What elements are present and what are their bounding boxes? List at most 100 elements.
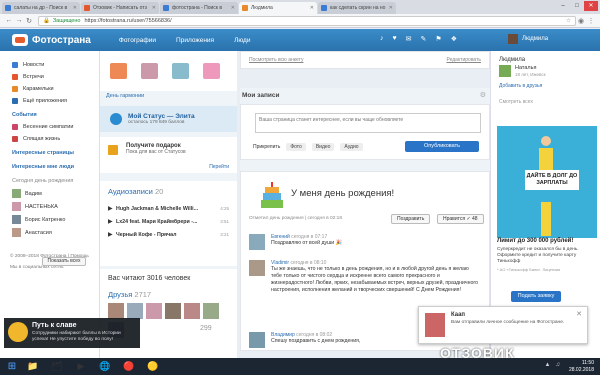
browser-tab[interactable]: Отзовик - Написать отз ✕ bbox=[81, 2, 159, 14]
windows-start-icon[interactable]: ⊞ bbox=[4, 360, 20, 374]
clock[interactable]: 11:50 28.02.2018 bbox=[569, 358, 594, 374]
attach-video[interactable]: Видео bbox=[311, 143, 335, 151]
friend-item[interactable]: Борис Катренко bbox=[0, 213, 99, 226]
gear-icon[interactable]: ⚙ bbox=[480, 91, 486, 99]
see-all-link[interactable]: Смотреть всех bbox=[499, 99, 533, 105]
header-user[interactable]: Людмила bbox=[508, 34, 548, 44]
play-icon[interactable]: ▶ bbox=[108, 231, 116, 238]
readers-count[interactable]: Вас читают 3016 человек bbox=[108, 275, 229, 282]
sidebar-item-spring[interactable]: Весенние симпатии bbox=[0, 121, 99, 133]
friends-more-count[interactable]: 299 bbox=[200, 325, 229, 332]
gift-icon[interactable] bbox=[203, 63, 220, 79]
nav-people[interactable]: Люди bbox=[234, 37, 250, 44]
right-user-name[interactable]: Людмила bbox=[499, 57, 592, 63]
close-icon[interactable]: ✕ bbox=[576, 310, 582, 318]
back-arrow-icon[interactable]: ← bbox=[4, 17, 14, 24]
heart-icon[interactable]: ♥ bbox=[393, 35, 397, 43]
my-people-title[interactable]: Интересные мне люди bbox=[0, 162, 99, 173]
attach-photo[interactable]: Фото bbox=[286, 143, 306, 151]
gift-icon[interactable] bbox=[110, 63, 127, 79]
browser-tab[interactable]: салаты на др - Поиск в ✕ bbox=[2, 2, 80, 14]
flag-icon[interactable]: ⚑ bbox=[435, 35, 441, 43]
opera-icon[interactable]: 🔴 bbox=[118, 359, 140, 374]
browser-tab[interactable]: как сделать скрин на но ✕ bbox=[318, 2, 396, 14]
avatar[interactable] bbox=[249, 234, 265, 250]
sidebar-item-sleeping[interactable]: Спящая жизнь bbox=[0, 133, 99, 145]
menu-icon[interactable]: ⋮ bbox=[586, 17, 596, 25]
view-profile-link[interactable]: Посмотреть всю анкету bbox=[249, 57, 303, 63]
notification-left[interactable]: Путь к славе Сотрудники набирают баллы в… bbox=[4, 318, 140, 348]
add-friend-link[interactable]: Добавить в друзья bbox=[499, 83, 542, 89]
attach-audio[interactable]: Аудио bbox=[340, 143, 363, 151]
avatar[interactable] bbox=[249, 332, 265, 348]
friend-item[interactable]: НАСТЕНЬКА bbox=[0, 200, 99, 213]
sidebar-item-meetings[interactable]: Встречи bbox=[0, 71, 99, 83]
music-icon[interactable]: ♪ bbox=[380, 35, 384, 43]
apply-button[interactable]: Подать заявку bbox=[511, 291, 561, 302]
gift-icon[interactable] bbox=[172, 63, 189, 79]
close-tab-icon[interactable]: ✕ bbox=[73, 5, 77, 11]
gift-icon[interactable] bbox=[141, 63, 158, 79]
volume-icon[interactable]: ♫ bbox=[556, 362, 561, 368]
edit-profile-link[interactable]: Редактировать bbox=[446, 57, 481, 63]
avatar[interactable] bbox=[146, 303, 162, 319]
avatar[interactable] bbox=[108, 303, 124, 319]
audio-track[interactable]: ▶ Lx24 feat. Мари Краймбрери -... 3:51 bbox=[108, 215, 229, 228]
minimize-icon[interactable]: – bbox=[556, 1, 570, 11]
url-field[interactable]: 🔒 Защищено https://fotostrana.ru/user/75… bbox=[38, 15, 576, 26]
congratulate-button[interactable]: Поздравить bbox=[391, 214, 431, 224]
avatar[interactable] bbox=[499, 65, 511, 77]
nav-photos[interactable]: Фотографии bbox=[119, 37, 156, 44]
avatar[interactable] bbox=[184, 303, 200, 319]
media-player-icon[interactable]: ▶ bbox=[70, 359, 92, 374]
close-window-icon[interactable]: ✕ bbox=[584, 1, 598, 11]
post-input[interactable] bbox=[255, 113, 481, 133]
notification-right[interactable]: Каап Вам отправили личное сообщение на Ф… bbox=[418, 306, 588, 344]
audio-track[interactable]: ▶ Hugh Jackman & Michelle Willi... 4:25 bbox=[108, 202, 229, 215]
sidebar-item-news[interactable]: Новости bbox=[0, 59, 99, 71]
extension-icon[interactable]: ◉ bbox=[576, 17, 586, 25]
avatar[interactable] bbox=[203, 303, 219, 319]
day-label[interactable]: День гармонии bbox=[106, 93, 144, 99]
status-box[interactable]: Мой Статус — Элита осталось 179 849 балл… bbox=[100, 106, 237, 132]
ad-banner[interactable]: ДАЙТЕ В ДОЛГ ДО ЗАРПЛАТЫ bbox=[497, 126, 597, 238]
friends-title[interactable]: Друзья 2717 bbox=[108, 290, 229, 299]
close-tab-icon[interactable]: ✕ bbox=[152, 5, 156, 11]
browser-icon[interactable]: 🌐 bbox=[94, 359, 116, 374]
pages-title[interactable]: Интересные страницы bbox=[0, 148, 99, 159]
friend-item[interactable]: Вадим bbox=[0, 187, 99, 200]
audio-track[interactable]: ▶ Черный Кофе - Прячал 3:21 bbox=[108, 228, 229, 241]
avatar[interactable] bbox=[165, 303, 181, 319]
apps-icon[interactable]: ❖ bbox=[451, 35, 457, 43]
site-logo[interactable]: Фотострана bbox=[12, 34, 91, 46]
edit-icon[interactable]: ✎ bbox=[421, 35, 427, 43]
network-icon[interactable]: ▲ bbox=[545, 362, 551, 368]
forward-arrow-icon[interactable]: → bbox=[14, 17, 24, 24]
files-icon[interactable]: 🗂 bbox=[46, 359, 68, 374]
browser-tab-active[interactable]: Людмила ✕ bbox=[239, 2, 317, 14]
close-tab-icon[interactable]: ✕ bbox=[231, 5, 235, 11]
show-all-button[interactable]: Показать всех bbox=[42, 257, 86, 266]
sidebar-item-more-apps[interactable]: Ещё приложения bbox=[0, 95, 99, 107]
gift-go-link[interactable]: Перейти bbox=[209, 164, 229, 170]
yandex-icon[interactable]: 🟡 bbox=[142, 359, 164, 374]
ad-title[interactable]: Лимит до 300 000 рублей! bbox=[497, 238, 573, 244]
browser-tab[interactable]: фотострана - Поиск в ✕ bbox=[160, 2, 238, 14]
suggested-friend-name[interactable]: Наталья bbox=[515, 65, 536, 71]
folder-icon[interactable]: 📁 bbox=[22, 359, 44, 374]
sidebar-item-caramels[interactable]: Карамельки bbox=[0, 83, 99, 95]
avatar[interactable] bbox=[127, 303, 143, 319]
play-icon[interactable]: ▶ bbox=[108, 205, 116, 212]
close-tab-icon[interactable]: ✕ bbox=[310, 5, 314, 11]
reload-icon[interactable]: ↻ bbox=[24, 17, 34, 25]
mail-icon[interactable]: ✉ bbox=[406, 35, 412, 43]
audio-title[interactable]: Аудиозаписи 20 bbox=[108, 187, 229, 196]
play-icon[interactable]: ▶ bbox=[108, 218, 116, 225]
avatar[interactable] bbox=[249, 260, 265, 276]
close-tab-icon[interactable]: ✕ bbox=[389, 5, 393, 11]
like-button[interactable]: Нравится ✓ 48 bbox=[437, 214, 484, 224]
friend-item[interactable]: Анастасия bbox=[0, 226, 99, 239]
publish-button[interactable]: Опубликовать bbox=[405, 141, 479, 152]
maximize-icon[interactable]: □ bbox=[570, 1, 584, 11]
bookmark-star-icon[interactable]: ☆ bbox=[566, 18, 571, 24]
